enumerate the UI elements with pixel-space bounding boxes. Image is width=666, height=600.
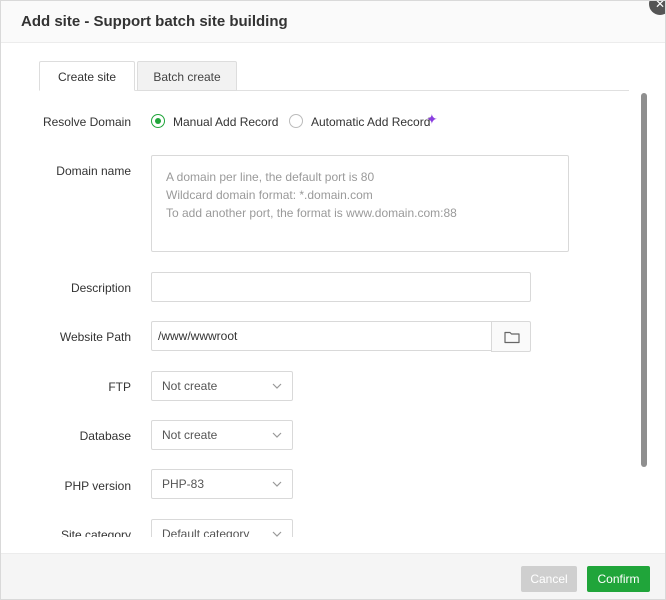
resolve-domain-label: Resolve Domain <box>42 115 131 129</box>
description-label: Description <box>70 281 131 295</box>
dialog-footer: Cancel Confirm <box>1 553 665 599</box>
dialog-title: Add site - Support batch site building <box>21 13 288 30</box>
dialog-header: Add site - Support batch site building <box>1 1 665 43</box>
tab-create-site[interactable]: Create site <box>39 61 135 91</box>
domain-placeholder-line: Wildcard domain format: *.domain.com <box>166 188 373 202</box>
database-label: Database <box>79 429 131 443</box>
database-select-value: Not create <box>162 428 218 442</box>
domain-placeholder-line: To add another port, the format is www.d… <box>166 206 457 220</box>
form-content: Resolve Domain Manual Add Record Automat… <box>1 91 637 537</box>
ftp-select-value: Not create <box>162 379 218 393</box>
scrollbar-thumb[interactable] <box>641 93 647 467</box>
chevron-down-icon <box>272 383 282 389</box>
site-category-select-value: Default category <box>162 527 250 537</box>
cancel-button[interactable]: Cancel <box>521 566 577 592</box>
domain-placeholder-line: A domain per line, the default port is 8… <box>166 170 375 184</box>
sparkle-icon: ✦ <box>426 111 438 127</box>
manual-add-record-radio[interactable] <box>151 114 165 128</box>
description-input[interactable] <box>151 272 531 302</box>
confirm-button[interactable]: Confirm <box>587 566 650 592</box>
ftp-label: FTP <box>108 380 131 394</box>
domain-name-label: Domain name <box>56 164 131 178</box>
tab-bar: Create site Batch create <box>39 61 629 91</box>
php-version-label: PHP version <box>64 479 131 493</box>
chevron-down-icon <box>272 531 282 537</box>
site-category-label: Site category <box>60 528 131 537</box>
php-version-select-value: PHP-83 <box>162 477 205 491</box>
chevron-down-icon <box>272 432 282 438</box>
folder-icon <box>504 331 520 344</box>
add-site-dialog: Add site - Support batch site building ✕… <box>0 0 666 600</box>
website-path-input[interactable]: /www/wwwroot <box>151 321 492 351</box>
php-version-select[interactable]: PHP-83 <box>151 469 293 499</box>
tab-batch-create[interactable]: Batch create <box>137 61 237 91</box>
chevron-down-icon <box>272 481 282 487</box>
ftp-select[interactable]: Not create <box>151 371 293 401</box>
automatic-add-record-label[interactable]: Automatic Add Record <box>311 115 430 129</box>
site-category-select[interactable]: Default category <box>151 519 293 537</box>
database-select[interactable]: Not create <box>151 420 293 450</box>
website-path-label: Website Path <box>59 330 131 344</box>
folder-browse-button[interactable] <box>491 321 531 352</box>
domain-name-textarea[interactable]: A domain per line, the default port is 8… <box>151 155 569 252</box>
manual-add-record-label[interactable]: Manual Add Record <box>173 115 278 129</box>
automatic-add-record-radio[interactable] <box>289 114 303 128</box>
